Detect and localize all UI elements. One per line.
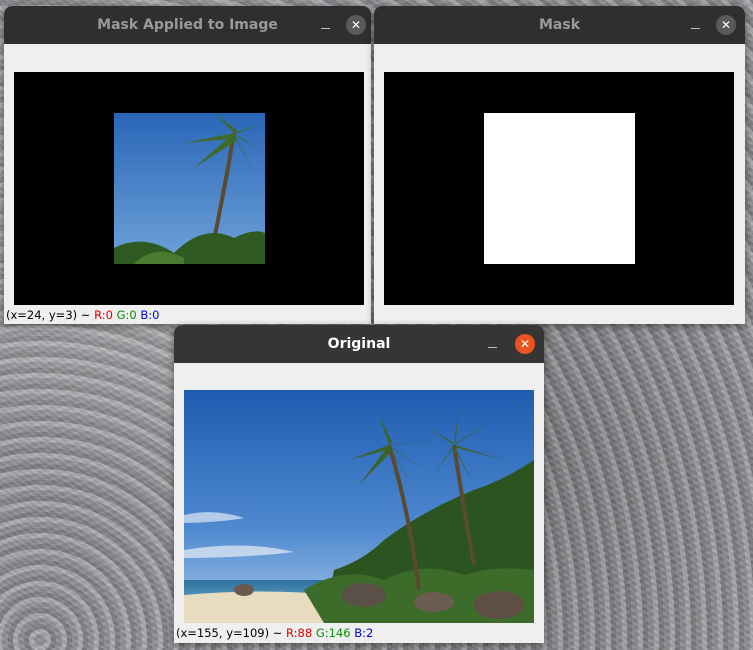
mask-white-region bbox=[484, 113, 635, 264]
green-value: G:0 bbox=[116, 308, 137, 322]
masked-window-titlebar[interactable]: Mask Applied to Image ✕ bbox=[4, 6, 371, 44]
green-value: G:146 bbox=[315, 626, 351, 640]
mask-window[interactable]: Mask ✕ bbox=[374, 6, 745, 324]
mask-canvas[interactable] bbox=[384, 72, 734, 305]
window-title: Original bbox=[327, 336, 391, 352]
pixel-coords: (x=24, y=3) ~ bbox=[6, 308, 91, 322]
blue-value: B:2 bbox=[354, 626, 374, 640]
pixel-coords: (x=155, y=109) ~ bbox=[176, 626, 283, 640]
masked-image-window[interactable]: Mask Applied to Image ✕ (x=24, y=3) ~ R:… bbox=[4, 6, 371, 324]
blue-value: B:0 bbox=[140, 308, 160, 322]
window-title: Mask bbox=[538, 17, 581, 33]
masked-image-canvas[interactable] bbox=[14, 72, 364, 305]
red-value: R:0 bbox=[94, 308, 113, 322]
minimize-icon[interactable] bbox=[685, 15, 705, 35]
original-window[interactable]: Original ✕ (x=155, y=109) ~ R:88 G:146 B… bbox=[174, 325, 544, 643]
close-icon[interactable]: ✕ bbox=[515, 334, 535, 354]
masked-status-bar: (x=24, y=3) ~ R:0 G:0 B:0 bbox=[6, 308, 159, 322]
close-icon[interactable]: ✕ bbox=[346, 15, 366, 35]
mask-window-titlebar[interactable]: Mask ✕ bbox=[374, 6, 745, 44]
original-window-titlebar[interactable]: Original ✕ bbox=[174, 325, 544, 363]
masked-photo-region bbox=[114, 113, 265, 264]
close-icon[interactable]: ✕ bbox=[716, 15, 736, 35]
minimize-icon[interactable] bbox=[482, 334, 502, 354]
red-value: R:88 bbox=[286, 626, 313, 640]
original-image-canvas[interactable] bbox=[184, 390, 534, 623]
original-status-bar: (x=155, y=109) ~ R:88 G:146 B:2 bbox=[176, 626, 373, 640]
window-title: Mask Applied to Image bbox=[97, 17, 278, 33]
minimize-icon[interactable] bbox=[315, 15, 335, 35]
